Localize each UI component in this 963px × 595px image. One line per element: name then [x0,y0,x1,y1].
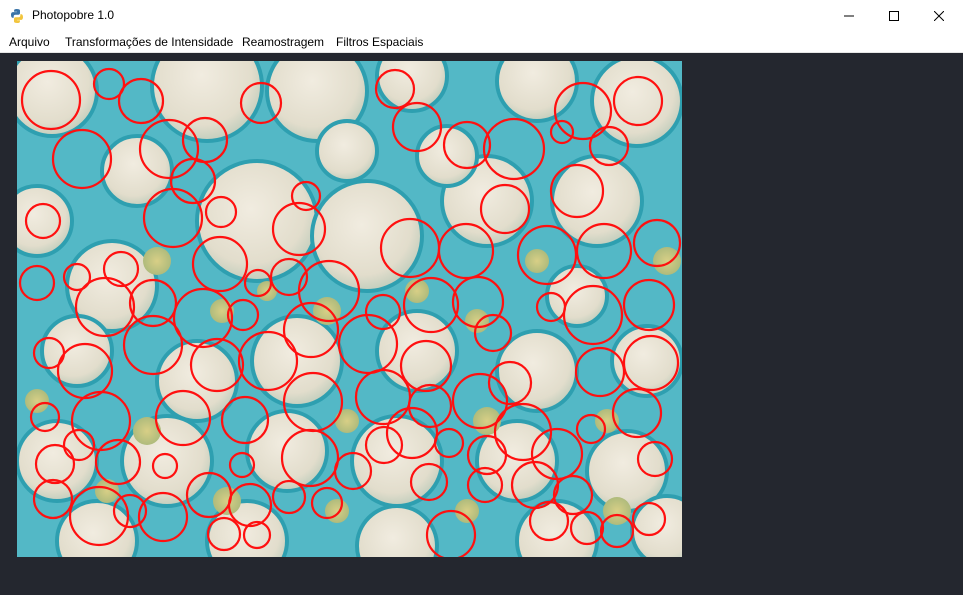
python-icon [11,9,23,23]
background-cell [100,134,174,208]
background-cell-small [465,309,489,333]
background-cell [350,414,444,508]
background-cell-small [325,499,349,523]
menu-transformacoes-intensidade[interactable]: Transformações de Intensidade [65,35,233,49]
minimize-button[interactable] [826,0,872,32]
minimize-icon [844,15,854,17]
background-cell [590,61,682,148]
menu-arquivo[interactable]: Arquivo [9,35,50,49]
background-cell [545,264,609,328]
background-cell-small [455,499,479,523]
background-cell-small [653,247,681,275]
background-cell-small [213,487,241,515]
title-bar: Photopobre 1.0 [0,0,963,32]
menu-filtros-espaciais[interactable]: Filtros Espaciais [336,35,423,49]
background-cell-small [143,247,171,275]
background-cell-small [335,409,359,433]
microscope-cells-image [17,61,682,557]
window-title: Photopobre 1.0 [32,8,115,22]
background-cell [315,119,379,183]
maximize-icon [889,11,899,21]
background-cell-small [525,249,549,273]
background-cell [17,419,99,503]
background-cell [245,409,329,493]
processed-image[interactable] [17,61,682,557]
maximize-button[interactable] [871,0,917,32]
background-cell-small [603,497,631,525]
menu-bar: Arquivo Transformações de Intensidade Re… [0,32,963,53]
close-icon [934,11,944,21]
background-cell-small [25,389,49,413]
menu-reamostragem[interactable]: Reamostragem [242,35,324,49]
close-button[interactable] [916,0,962,32]
background-cell [310,179,424,293]
